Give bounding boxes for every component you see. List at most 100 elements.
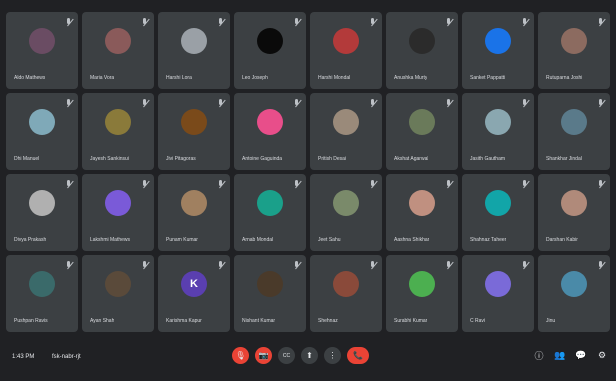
participant-tile[interactable]: Akshat Agarwal: [386, 93, 458, 170]
avatar: [29, 190, 55, 217]
mic-muted-icon: [217, 99, 224, 108]
participant-tile[interactable]: Aldo Mathews: [6, 12, 78, 89]
participant-tile[interactable]: Surabhi Kumar: [386, 255, 458, 332]
avatar: [105, 271, 131, 298]
mic-muted-icon: [65, 99, 72, 108]
avatar: [409, 190, 435, 217]
participant-name: Maria Vora: [90, 75, 115, 81]
leave-call-button[interactable]: 📞: [347, 347, 369, 364]
avatar: [485, 190, 511, 217]
participant-name: Ayan Shah: [90, 318, 115, 324]
mic-muted-icon: [369, 261, 376, 270]
mic-muted-icon: [445, 99, 452, 108]
participant-tile[interactable]: K Karishma Kapur: [158, 255, 230, 332]
participant-tile[interactable]: Punam Kumar: [158, 174, 230, 251]
participant-tile[interactable]: Harshi Mondal: [310, 12, 382, 89]
participant-tile[interactable]: Jeet Sahu: [310, 174, 382, 251]
participant-tile[interactable]: Dhi Manuel: [6, 93, 78, 170]
avatar: [181, 28, 207, 55]
participant-tile[interactable]: Nishant Kumar: [234, 255, 306, 332]
participant-name: Shehnaz: [318, 318, 338, 324]
participant-tile[interactable]: Jivi Pitagoras: [158, 93, 230, 170]
participant-tile[interactable]: Shankhar Jindal: [538, 93, 610, 170]
participant-tile[interactable]: Shahnaz Taheer: [462, 174, 534, 251]
avatar: [29, 271, 55, 298]
mic-muted-icon: [521, 99, 528, 108]
mic-muted-icon: [521, 18, 528, 27]
participant-tile[interactable]: Jinu: [538, 255, 610, 332]
avatar: [561, 28, 587, 55]
present-button[interactable]: ⬆: [301, 347, 318, 364]
call-controls: 🎙 📷 CC ⬆ ⋮ 📞: [232, 347, 369, 364]
participant-name: Arnab Mondal: [242, 237, 274, 243]
mic-toggle-button[interactable]: 🎙: [232, 347, 249, 364]
avatar: [257, 271, 283, 298]
participant-tile[interactable]: Sanket Pappatti: [462, 12, 534, 89]
participant-tile[interactable]: Harshi Lora: [158, 12, 230, 89]
participant-name: Jeet Sahu: [318, 237, 341, 243]
participant-tile[interactable]: Darshan Kabir: [538, 174, 610, 251]
mic-muted-icon: [217, 180, 224, 189]
participant-name: Shahnaz Taheer: [470, 237, 507, 243]
participant-tile[interactable]: Jasith Gautham: [462, 93, 534, 170]
avatar: [333, 190, 359, 217]
info-icon[interactable]: ⓘ: [533, 349, 545, 362]
side-panel-controls: ⓘ 👥 💬 ⚙: [533, 349, 608, 362]
participant-tile[interactable]: Antoine Gaguinda: [234, 93, 306, 170]
participant-name: Antoine Gaguinda: [242, 156, 283, 162]
participant-name: Akshat Agarwal: [394, 156, 429, 162]
participant-tile[interactable]: Ayan Shah: [82, 255, 154, 332]
avatar: [257, 28, 283, 55]
mic-muted-icon: [369, 180, 376, 189]
participant-name: Jasith Gautham: [470, 156, 506, 162]
meeting-time: 1:43 PM: [12, 354, 35, 360]
participant-tile[interactable]: Shehnaz: [310, 255, 382, 332]
participant-name: Dhi Manuel: [14, 156, 40, 162]
avatar: K: [181, 271, 207, 298]
participant-name: Jinu: [546, 318, 556, 324]
more-options-button[interactable]: ⋮: [324, 347, 341, 364]
avatar: [181, 190, 207, 217]
participant-name: Shankhar Jindal: [546, 156, 582, 162]
mic-muted-icon: [65, 180, 72, 189]
participant-tile[interactable]: Anushka Murty: [386, 12, 458, 89]
mic-muted-icon: [597, 99, 604, 108]
participant-tile[interactable]: Divya Prakash: [6, 174, 78, 251]
hang-up-icon: 📞: [353, 351, 363, 360]
participant-tile[interactable]: Aashna Shikhar: [386, 174, 458, 251]
participant-name: Surabhi Kumar: [394, 318, 428, 324]
camera-toggle-button[interactable]: 📷: [255, 347, 272, 364]
participant-tile[interactable]: Jayesh Sankinsui: [82, 93, 154, 170]
present-icon: ⬆: [306, 351, 313, 360]
captions-icon: CC: [282, 352, 291, 359]
activities-icon[interactable]: ⚙: [596, 350, 608, 361]
mic-muted-icon: [521, 261, 528, 270]
mic-muted-icon: [369, 99, 376, 108]
avatar: [257, 109, 283, 136]
captions-button[interactable]: CC: [278, 347, 295, 364]
participant-name: Jivi Pitagoras: [166, 156, 196, 162]
avatar: [409, 109, 435, 136]
participant-tile[interactable]: Pushpan Ravis: [6, 255, 78, 332]
participant-name: Aldo Mathews: [14, 75, 46, 81]
camera-off-icon: 📷: [258, 351, 269, 360]
avatar: [561, 271, 587, 298]
participant-tile[interactable]: Lakshmi Mathews: [82, 174, 154, 251]
avatar: [485, 271, 511, 298]
participant-tile[interactable]: Rutuparna Joshi: [538, 12, 610, 89]
participant-tile[interactable]: Maria Vora: [82, 12, 154, 89]
mic-muted-icon: [141, 18, 148, 27]
participant-name: Karishma Kapur: [166, 318, 202, 324]
mic-muted-icon: [445, 180, 452, 189]
participant-tile[interactable]: Leo Joseph: [234, 12, 306, 89]
mic-muted-icon: [293, 261, 300, 270]
mic-muted-icon: [445, 18, 452, 27]
people-icon[interactable]: 👥: [554, 350, 566, 361]
chat-icon[interactable]: 💬: [575, 350, 587, 361]
participant-tile[interactable]: Arnab Mondal: [234, 174, 306, 251]
participant-name: Harshi Mondal: [318, 75, 351, 81]
avatar: [181, 109, 207, 136]
participant-tile[interactable]: Pritish Desai: [310, 93, 382, 170]
participant-tile[interactable]: C Ravi: [462, 255, 534, 332]
participant-name: Lakshmi Mathews: [90, 237, 131, 243]
